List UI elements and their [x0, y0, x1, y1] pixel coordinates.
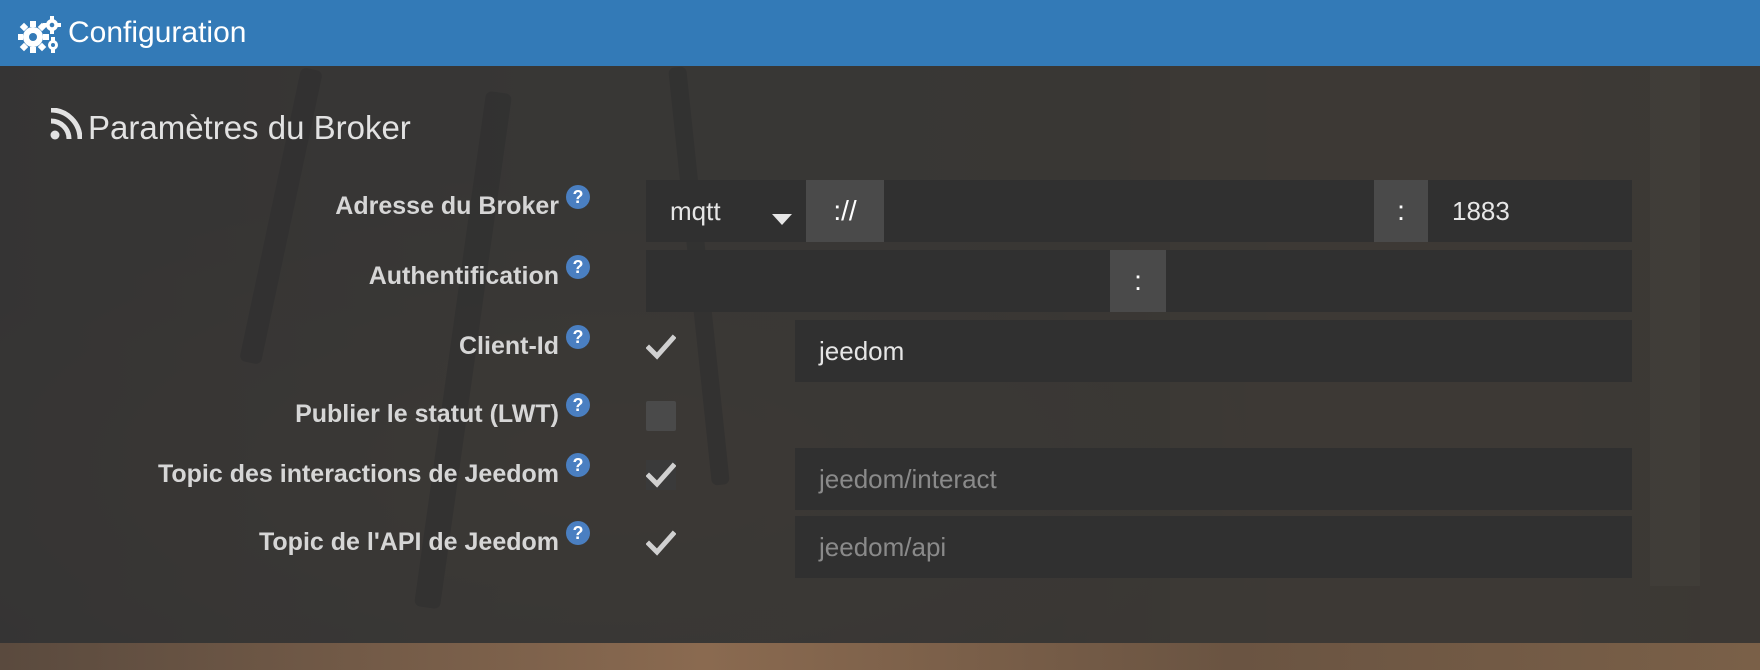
- api-topic-placeholder: jeedom/api: [819, 531, 947, 562]
- interact-topic-placeholder: jeedom/interact: [819, 463, 997, 494]
- interact-topic-checkbox[interactable]: [645, 460, 677, 490]
- config-header: Configuration: [0, 0, 1760, 66]
- protocol-select-value: mqtt: [670, 195, 721, 226]
- checkmark-icon: [645, 530, 677, 556]
- client-id-checkbox[interactable]: [645, 332, 677, 362]
- broker-address-help-icon[interactable]: ?: [566, 185, 590, 209]
- broker-host-input[interactable]: [884, 180, 1374, 242]
- lwt-checkbox[interactable]: [646, 401, 676, 431]
- api-topic-input[interactable]: jeedom/api: [795, 516, 1632, 578]
- username-input[interactable]: [646, 250, 1110, 312]
- background-bottom-strip: [0, 643, 1760, 670]
- authentication-label: Authentification: [368, 262, 559, 290]
- checkmark-icon: [645, 334, 677, 360]
- api-topic-checkbox[interactable]: [645, 528, 677, 558]
- section-title-text: Paramètres du Broker: [88, 109, 411, 146]
- client-id-input[interactable]: jeedom: [795, 320, 1632, 382]
- protocol-separator: ://: [806, 180, 884, 242]
- checkmark-icon: [645, 462, 677, 488]
- authentication-help-icon[interactable]: ?: [566, 255, 590, 279]
- protocol-select[interactable]: mqtt: [646, 180, 806, 242]
- port-separator: :: [1374, 180, 1428, 242]
- api-topic-help-icon[interactable]: ?: [566, 521, 590, 545]
- rss-icon: [50, 107, 88, 148]
- section-title: Paramètres du Broker: [50, 107, 411, 148]
- lwt-label: Publier le statut (LWT): [295, 400, 559, 428]
- page-title: Configuration: [68, 16, 247, 49]
- chevron-down-icon: [772, 202, 792, 233]
- api-topic-label: Topic de l'API de Jeedom: [259, 528, 559, 556]
- lwt-help-icon[interactable]: ?: [566, 393, 590, 417]
- interact-topic-input[interactable]: jeedom/interact: [795, 448, 1632, 510]
- auth-separator: :: [1110, 250, 1166, 312]
- broker-port-input[interactable]: 1883: [1428, 180, 1632, 242]
- broker-address-label: Adresse du Broker: [335, 192, 559, 220]
- password-input[interactable]: [1166, 250, 1632, 312]
- configuration-page: Configuration Paramètres du Broker Adres…: [0, 0, 1760, 670]
- interact-topic-label: Topic des interactions de Jeedom: [157, 460, 559, 488]
- interact-topic-help-icon[interactable]: ?: [566, 453, 590, 477]
- client-id-label: Client-Id: [459, 332, 559, 360]
- gears-icon: [17, 15, 62, 53]
- client-id-help-icon[interactable]: ?: [566, 325, 590, 349]
